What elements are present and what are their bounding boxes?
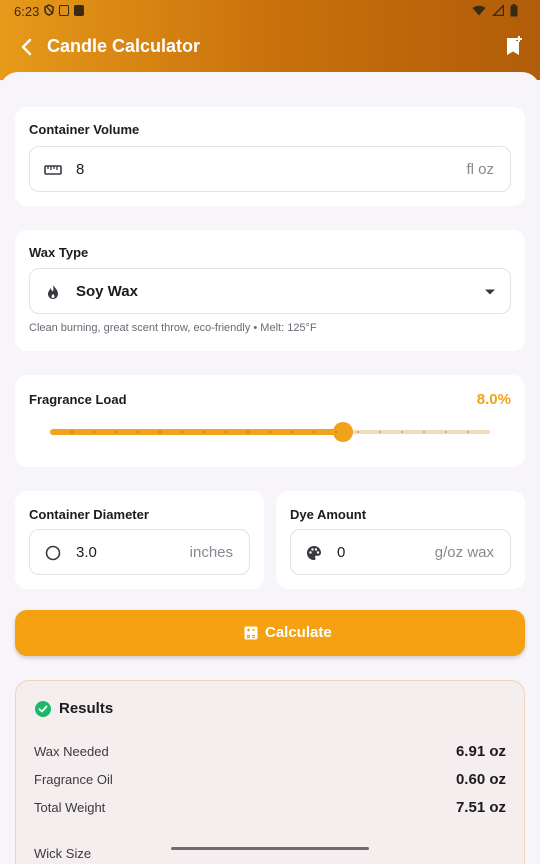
shield-icon: [44, 4, 54, 16]
page-title: Candle Calculator: [47, 36, 201, 56]
home-indicator[interactable]: [171, 847, 369, 850]
slider-tick: [203, 431, 205, 433]
wax-type-selected: Soy Wax: [76, 283, 138, 300]
calculate-button[interactable]: Calculate: [15, 610, 525, 656]
flame-icon: [48, 285, 58, 299]
slider-tick: [357, 431, 359, 433]
fragrance-load-card: Fragrance Load: [15, 375, 525, 467]
slider-tick: [225, 431, 227, 433]
container-diameter-input[interactable]: 3.0 inches: [29, 529, 250, 575]
slider-tick: [247, 431, 249, 433]
slider-tick: [269, 431, 271, 433]
calculator-icon: [244, 626, 258, 640]
results-panel: Results Wax Needed 6.91 oz Fragrance Oil…: [15, 680, 525, 864]
results-row-value: 6.91 oz: [455, 743, 506, 760]
results-row-value: 0.60 oz: [455, 771, 506, 788]
back-button[interactable]: [14, 34, 40, 60]
results-title: Results: [59, 700, 114, 717]
container-diameter-value: 3.0: [76, 544, 97, 561]
bookmark-add-button[interactable]: [502, 34, 526, 60]
sd-card-icon: [74, 4, 84, 16]
wax-type-description: Clean burning, great scent throw, eco-fr…: [29, 322, 317, 334]
container-diameter-card: Container Diameter 3.0 inches: [15, 491, 264, 589]
battery-icon: [510, 4, 518, 17]
results-row-value: 7.51 oz: [455, 799, 506, 816]
status-time: 6:23: [14, 4, 40, 19]
results-row-label: Wick Size: [34, 846, 92, 861]
slider-tick: [467, 431, 469, 433]
chevron-down-icon: [485, 289, 495, 295]
bookmark-add-icon: [507, 36, 522, 55]
dye-amount-card: Dye Amount 0 g/oz wax: [276, 491, 525, 589]
screenshot-icon: [59, 4, 69, 16]
slider-tick: [401, 431, 403, 433]
calculate-button-label: Calculate: [265, 624, 332, 641]
container-volume-label: Container Volume: [29, 122, 140, 137]
wax-type-dropdown[interactable]: Soy Wax: [29, 268, 511, 314]
palette-icon: [307, 546, 321, 560]
status-bar: 6:23: [0, 0, 540, 24]
results-row-label: Total Weight: [34, 800, 106, 815]
app-header: 6:23 Candle Calculator: [0, 0, 540, 80]
slider-tick: [71, 431, 73, 433]
arrow-back-icon: [21, 38, 32, 56]
slider-tick: [313, 431, 315, 433]
container-diameter-unit: inches: [189, 544, 233, 561]
container-diameter-label: Container Diameter: [29, 507, 149, 522]
slider-tick: [445, 431, 447, 433]
container-volume-input[interactable]: 8 fl oz: [29, 146, 511, 192]
slider-tick: [115, 431, 117, 433]
slider-tick: [137, 431, 139, 433]
slider-tick: [181, 431, 183, 433]
dye-amount-label: Dye Amount: [290, 507, 367, 522]
results-row-label: Wax Needed: [34, 744, 109, 759]
dye-amount-unit: g/oz wax: [434, 544, 494, 561]
ruler-icon: [44, 165, 62, 175]
fragrance-load-value: 8.0%: [476, 391, 511, 408]
slider-tick: [159, 431, 161, 433]
dye-amount-input[interactable]: 0 g/oz wax: [290, 529, 511, 575]
wax-type-label: Wax Type: [29, 245, 89, 260]
slider-tick: [335, 431, 337, 433]
status-system-icons: [472, 4, 518, 17]
slider-tick: [291, 431, 293, 433]
fragrance-load-slider[interactable]: [50, 422, 490, 442]
status-notification-icons: [44, 4, 84, 16]
container-volume-value: 8: [76, 161, 85, 178]
wifi-icon: [472, 5, 486, 16]
fragrance-load-label: Fragrance Load: [29, 392, 127, 407]
toolbar: Candle Calculator: [0, 24, 540, 70]
slider-tick: [379, 431, 381, 433]
container-volume-unit: fl oz: [466, 161, 494, 178]
dye-amount-value: 0: [337, 544, 346, 561]
container-volume-card: Container Volume 8 fl oz: [15, 107, 525, 206]
slider-tick: [93, 431, 95, 433]
results-row-label: Fragrance Oil: [34, 772, 113, 787]
slider-tick: [423, 431, 425, 433]
circle-outline-icon: [45, 545, 61, 561]
signal-icon: [492, 5, 504, 16]
check-circle-icon: [35, 701, 51, 717]
